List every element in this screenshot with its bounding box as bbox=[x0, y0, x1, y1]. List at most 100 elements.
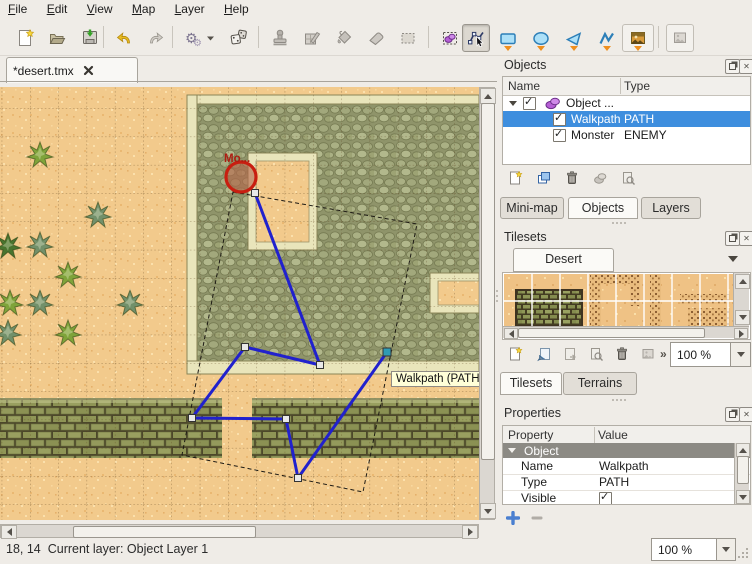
stamp-brush-button[interactable] bbox=[266, 24, 294, 52]
property-row-name[interactable]: Name Walkpath bbox=[503, 458, 750, 475]
move-objects-button[interactable] bbox=[589, 167, 611, 189]
menu-layer[interactable]: Layer bbox=[167, 0, 213, 18]
map-canvas[interactable]: Mo... bbox=[0, 87, 479, 520]
dock-handle[interactable] bbox=[612, 399, 626, 401]
close-panel-icon[interactable]: ✕ bbox=[739, 59, 752, 74]
terrain-brush-button[interactable] bbox=[298, 24, 326, 52]
duplicate-object-button[interactable] bbox=[533, 167, 555, 189]
scroll-up-button[interactable] bbox=[736, 443, 750, 457]
checkbox-checked-icon[interactable] bbox=[599, 492, 612, 505]
insert-image-button[interactable] bbox=[666, 24, 694, 52]
hscroll-thumb[interactable] bbox=[518, 328, 705, 338]
path-vertex-handle[interactable] bbox=[283, 416, 290, 423]
dock-handle[interactable] bbox=[612, 222, 626, 224]
expander-icon[interactable] bbox=[508, 448, 516, 453]
menu-map[interactable]: Map bbox=[124, 0, 163, 18]
dock-splitter[interactable] bbox=[496, 290, 498, 302]
float-panel-icon[interactable] bbox=[725, 59, 740, 74]
path-vertex-handle[interactable] bbox=[242, 344, 249, 351]
save-button[interactable] bbox=[76, 24, 104, 52]
scroll-right-button[interactable] bbox=[734, 328, 748, 339]
remove-tileset-button[interactable] bbox=[611, 343, 633, 365]
objects-table[interactable]: Name Type Object ... Walkpath PATH Monst… bbox=[502, 76, 751, 165]
checkbox-checked-icon[interactable] bbox=[553, 113, 566, 126]
tileset-hscrollbar[interactable] bbox=[503, 326, 749, 338]
menu-edit[interactable]: Edit bbox=[39, 0, 76, 18]
tab-tilesets[interactable]: Tilesets bbox=[500, 372, 562, 395]
document-tab[interactable]: *desert.tmx bbox=[6, 57, 138, 83]
checkbox-checked-icon[interactable] bbox=[553, 129, 566, 142]
properties-table[interactable]: Property Value Object Name Walkpath Type… bbox=[502, 425, 751, 505]
insert-ellipse-button[interactable] bbox=[527, 24, 555, 52]
undo-button[interactable] bbox=[110, 24, 138, 52]
close-panel-icon[interactable]: ✕ bbox=[739, 407, 752, 422]
tileset-image-button[interactable] bbox=[637, 343, 659, 365]
property-row-visible[interactable]: Visible bbox=[503, 490, 750, 505]
path-vertex-handle[interactable] bbox=[317, 362, 324, 369]
resize-grip-icon[interactable] bbox=[738, 548, 750, 560]
object-layer-row[interactable]: Object ... bbox=[503, 95, 750, 111]
bucket-fill-button[interactable] bbox=[330, 24, 358, 52]
import-tileset-button[interactable] bbox=[533, 343, 555, 365]
tileset-vscrollbar[interactable] bbox=[733, 273, 749, 326]
tileset-properties-button[interactable] bbox=[585, 343, 607, 365]
properties-vscrollbar[interactable] bbox=[734, 443, 749, 504]
tileset-zoom-dropdown[interactable] bbox=[730, 342, 751, 367]
new-tileset-button[interactable] bbox=[505, 343, 527, 365]
scroll-up-button[interactable] bbox=[735, 274, 750, 289]
rect-select-button[interactable] bbox=[394, 24, 422, 52]
scroll-left-button[interactable] bbox=[1, 525, 17, 539]
tab-objects[interactable]: Objects bbox=[568, 197, 638, 219]
tileset-tab-desert[interactable]: Desert bbox=[513, 248, 614, 272]
path-vertex-handle-selected[interactable] bbox=[383, 348, 391, 356]
insert-tile-object-button[interactable] bbox=[622, 24, 654, 52]
scroll-down-button[interactable] bbox=[480, 503, 496, 519]
vscroll-thumb[interactable] bbox=[737, 456, 749, 484]
new-button[interactable] bbox=[12, 24, 40, 52]
insert-polyline-button[interactable] bbox=[593, 24, 621, 52]
scroll-down-button[interactable] bbox=[735, 310, 750, 325]
open-button[interactable] bbox=[44, 24, 72, 52]
menu-help[interactable]: Help bbox=[216, 0, 257, 18]
tab-close-icon[interactable] bbox=[82, 64, 95, 77]
add-object-layer-button[interactable] bbox=[505, 167, 527, 189]
select-objects-button[interactable] bbox=[436, 24, 464, 52]
scroll-down-button[interactable] bbox=[736, 490, 750, 504]
monster-object-circle[interactable] bbox=[226, 162, 256, 192]
property-value[interactable]: PATH bbox=[599, 475, 629, 489]
property-row-type[interactable]: Type PATH bbox=[503, 474, 750, 491]
scroll-left-button[interactable] bbox=[504, 328, 518, 339]
map-zoom-dropdown[interactable] bbox=[716, 538, 736, 561]
menu-view[interactable]: View bbox=[79, 0, 121, 18]
float-panel-icon[interactable] bbox=[725, 407, 740, 422]
tileset-zoom-combo[interactable]: 100 % bbox=[670, 342, 738, 367]
eraser-button[interactable] bbox=[362, 24, 390, 52]
map-hscrollbar[interactable] bbox=[0, 524, 479, 538]
edit-polygons-button[interactable] bbox=[462, 24, 490, 52]
map-zoom-combo[interactable]: 100 % bbox=[651, 538, 724, 561]
expander-icon[interactable] bbox=[509, 101, 517, 106]
insert-rectangle-button[interactable] bbox=[494, 24, 522, 52]
menu-file[interactable]: File bbox=[0, 0, 35, 18]
checkbox-checked-icon[interactable] bbox=[523, 97, 536, 110]
tab-layers[interactable]: Layers bbox=[641, 197, 701, 219]
vscroll-thumb[interactable] bbox=[481, 103, 495, 460]
close-panel-icon[interactable]: ✕ bbox=[739, 231, 752, 246]
scroll-right-button[interactable] bbox=[462, 525, 478, 539]
export-tileset-button[interactable] bbox=[559, 343, 581, 365]
property-value[interactable]: Walkpath bbox=[599, 459, 649, 473]
object-properties-button[interactable] bbox=[617, 167, 639, 189]
path-vertex-handle[interactable] bbox=[189, 415, 196, 422]
property-group-object[interactable]: Object bbox=[503, 443, 750, 458]
tileset-view[interactable] bbox=[502, 272, 751, 340]
toolbar-overflow-chevron[interactable]: » bbox=[660, 347, 667, 361]
redo-button[interactable] bbox=[142, 24, 170, 52]
tab-terrains[interactable]: Terrains bbox=[563, 372, 637, 395]
commands-button[interactable]: ⚙⚙ bbox=[180, 24, 220, 52]
tileset-image[interactable] bbox=[504, 274, 733, 326]
remove-property-button[interactable] bbox=[528, 509, 546, 527]
tab-minimap[interactable]: Mini-map bbox=[500, 197, 564, 219]
monster-row[interactable]: Monster ENEMY bbox=[503, 127, 750, 143]
hscroll-thumb[interactable] bbox=[73, 526, 256, 538]
scroll-up-button[interactable] bbox=[480, 88, 496, 104]
